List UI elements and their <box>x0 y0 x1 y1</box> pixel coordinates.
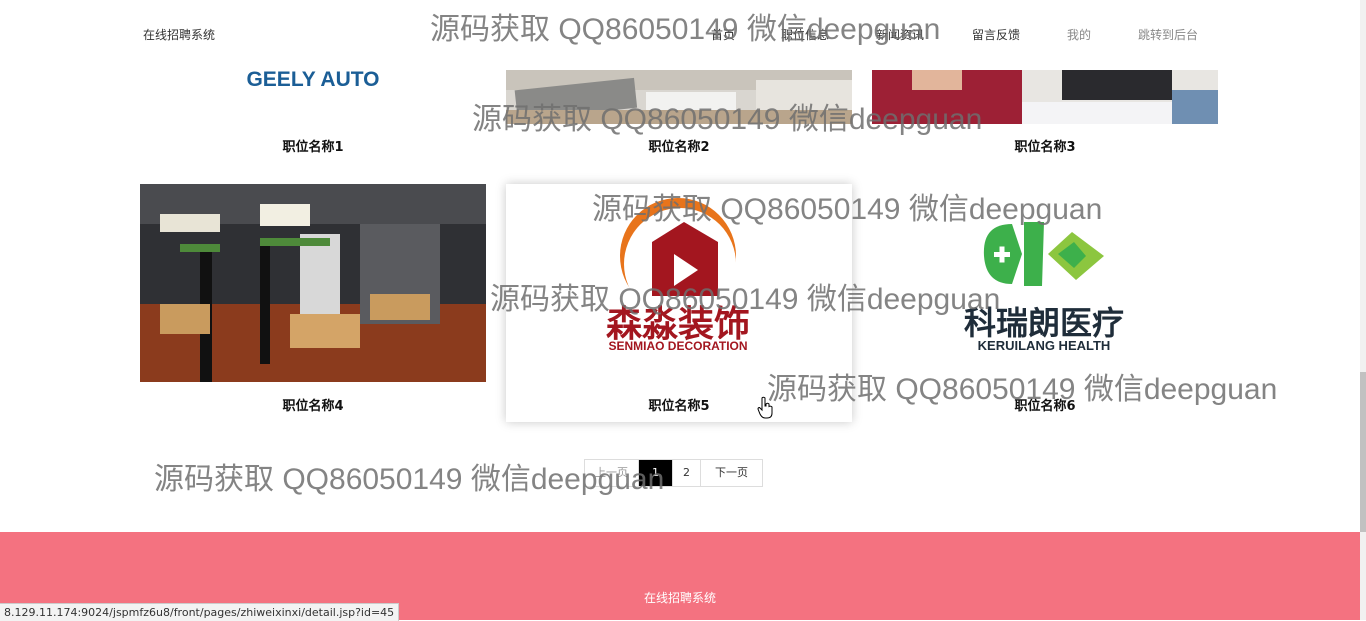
page-scrollbar[interactable] <box>1360 0 1366 620</box>
job-image[interactable] <box>872 70 1218 124</box>
nav-feedback[interactable]: 留言反馈 <box>972 26 1020 43</box>
job-image[interactable] <box>506 70 852 124</box>
job-card[interactable]: GEELY AUTO 职位名称1 <box>140 70 486 160</box>
nav-mine[interactable]: 我的 <box>1067 26 1091 43</box>
senmiao-en: SENMIAO DECORATION <box>608 339 747 353</box>
page-2-button[interactable]: 2 <box>673 460 701 486</box>
office-desk-photo <box>506 70 852 124</box>
job-image[interactable] <box>140 184 486 382</box>
job-card[interactable]: 科瑞朗医疗 KERUILANG HEALTH 职位名称6 <box>872 184 1218 422</box>
job-card[interactable]: 职位名称2 <box>506 70 852 160</box>
link-status-url: 8.129.11.174:9024/jspmfz6u8/front/pages/… <box>0 603 400 621</box>
geely-logo: GEELY AUTO <box>140 70 486 122</box>
nav-news[interactable]: 新闻资讯 <box>876 26 924 43</box>
job-image[interactable]: 科瑞朗医疗 KERUILANG HEALTH <box>872 184 1218 382</box>
job-title[interactable]: 职位名称6 <box>872 395 1218 414</box>
nav-home[interactable]: 首页 <box>711 26 735 43</box>
page-1-button[interactable]: 1 <box>639 460 673 486</box>
next-page-button[interactable]: 下一页 <box>701 460 762 486</box>
hand-pointer-icon <box>757 396 773 419</box>
nav-admin[interactable]: 跳转到后台 <box>1138 26 1198 43</box>
job-title[interactable]: 职位名称4 <box>140 395 486 414</box>
job-title[interactable]: 职位名称5 <box>506 395 852 414</box>
geely-logo-text: GEELY AUTO <box>246 70 379 91</box>
cafe-interior-photo <box>140 184 486 382</box>
keruilang-logo: 科瑞朗医疗 KERUILANG HEALTH <box>872 184 1218 382</box>
job-title[interactable]: 职位名称3 <box>872 136 1218 155</box>
senmiao-logo: 森淼装饰 SENMIAO DECORATION <box>506 184 852 382</box>
job-card[interactable]: 森淼装饰 SENMIAO DECORATION 职位名称5 <box>506 184 852 422</box>
job-image[interactable]: GEELY AUTO <box>140 70 486 122</box>
keruilang-cn: 科瑞朗医疗 <box>964 304 1124 342</box>
job-title[interactable]: 职位名称1 <box>140 136 486 155</box>
top-navbar: 在线招聘系统 首页 职位信息 新闻资讯 留言反馈 我的 跳转到后台 <box>0 0 1360 70</box>
job-image[interactable]: 森淼装饰 SENMIAO DECORATION <box>506 184 852 382</box>
prev-page-button[interactable]: 上一页 <box>585 460 639 486</box>
nav-job-info[interactable]: 职位信息 <box>781 26 829 43</box>
scrollbar-thumb[interactable] <box>1360 372 1366 532</box>
keruilang-en: KERUILANG HEALTH <box>978 338 1111 353</box>
main-nav: 首页 职位信息 新闻资讯 留言反馈 我的 跳转到后台 <box>0 26 1360 44</box>
job-title[interactable]: 职位名称2 <box>506 136 852 155</box>
job-card[interactable]: 职位名称3 <box>872 70 1218 160</box>
meeting-photo <box>872 70 1218 124</box>
pagination: 上一页 1 2 下一页 <box>584 459 763 487</box>
job-card[interactable]: 职位名称4 <box>140 184 486 422</box>
